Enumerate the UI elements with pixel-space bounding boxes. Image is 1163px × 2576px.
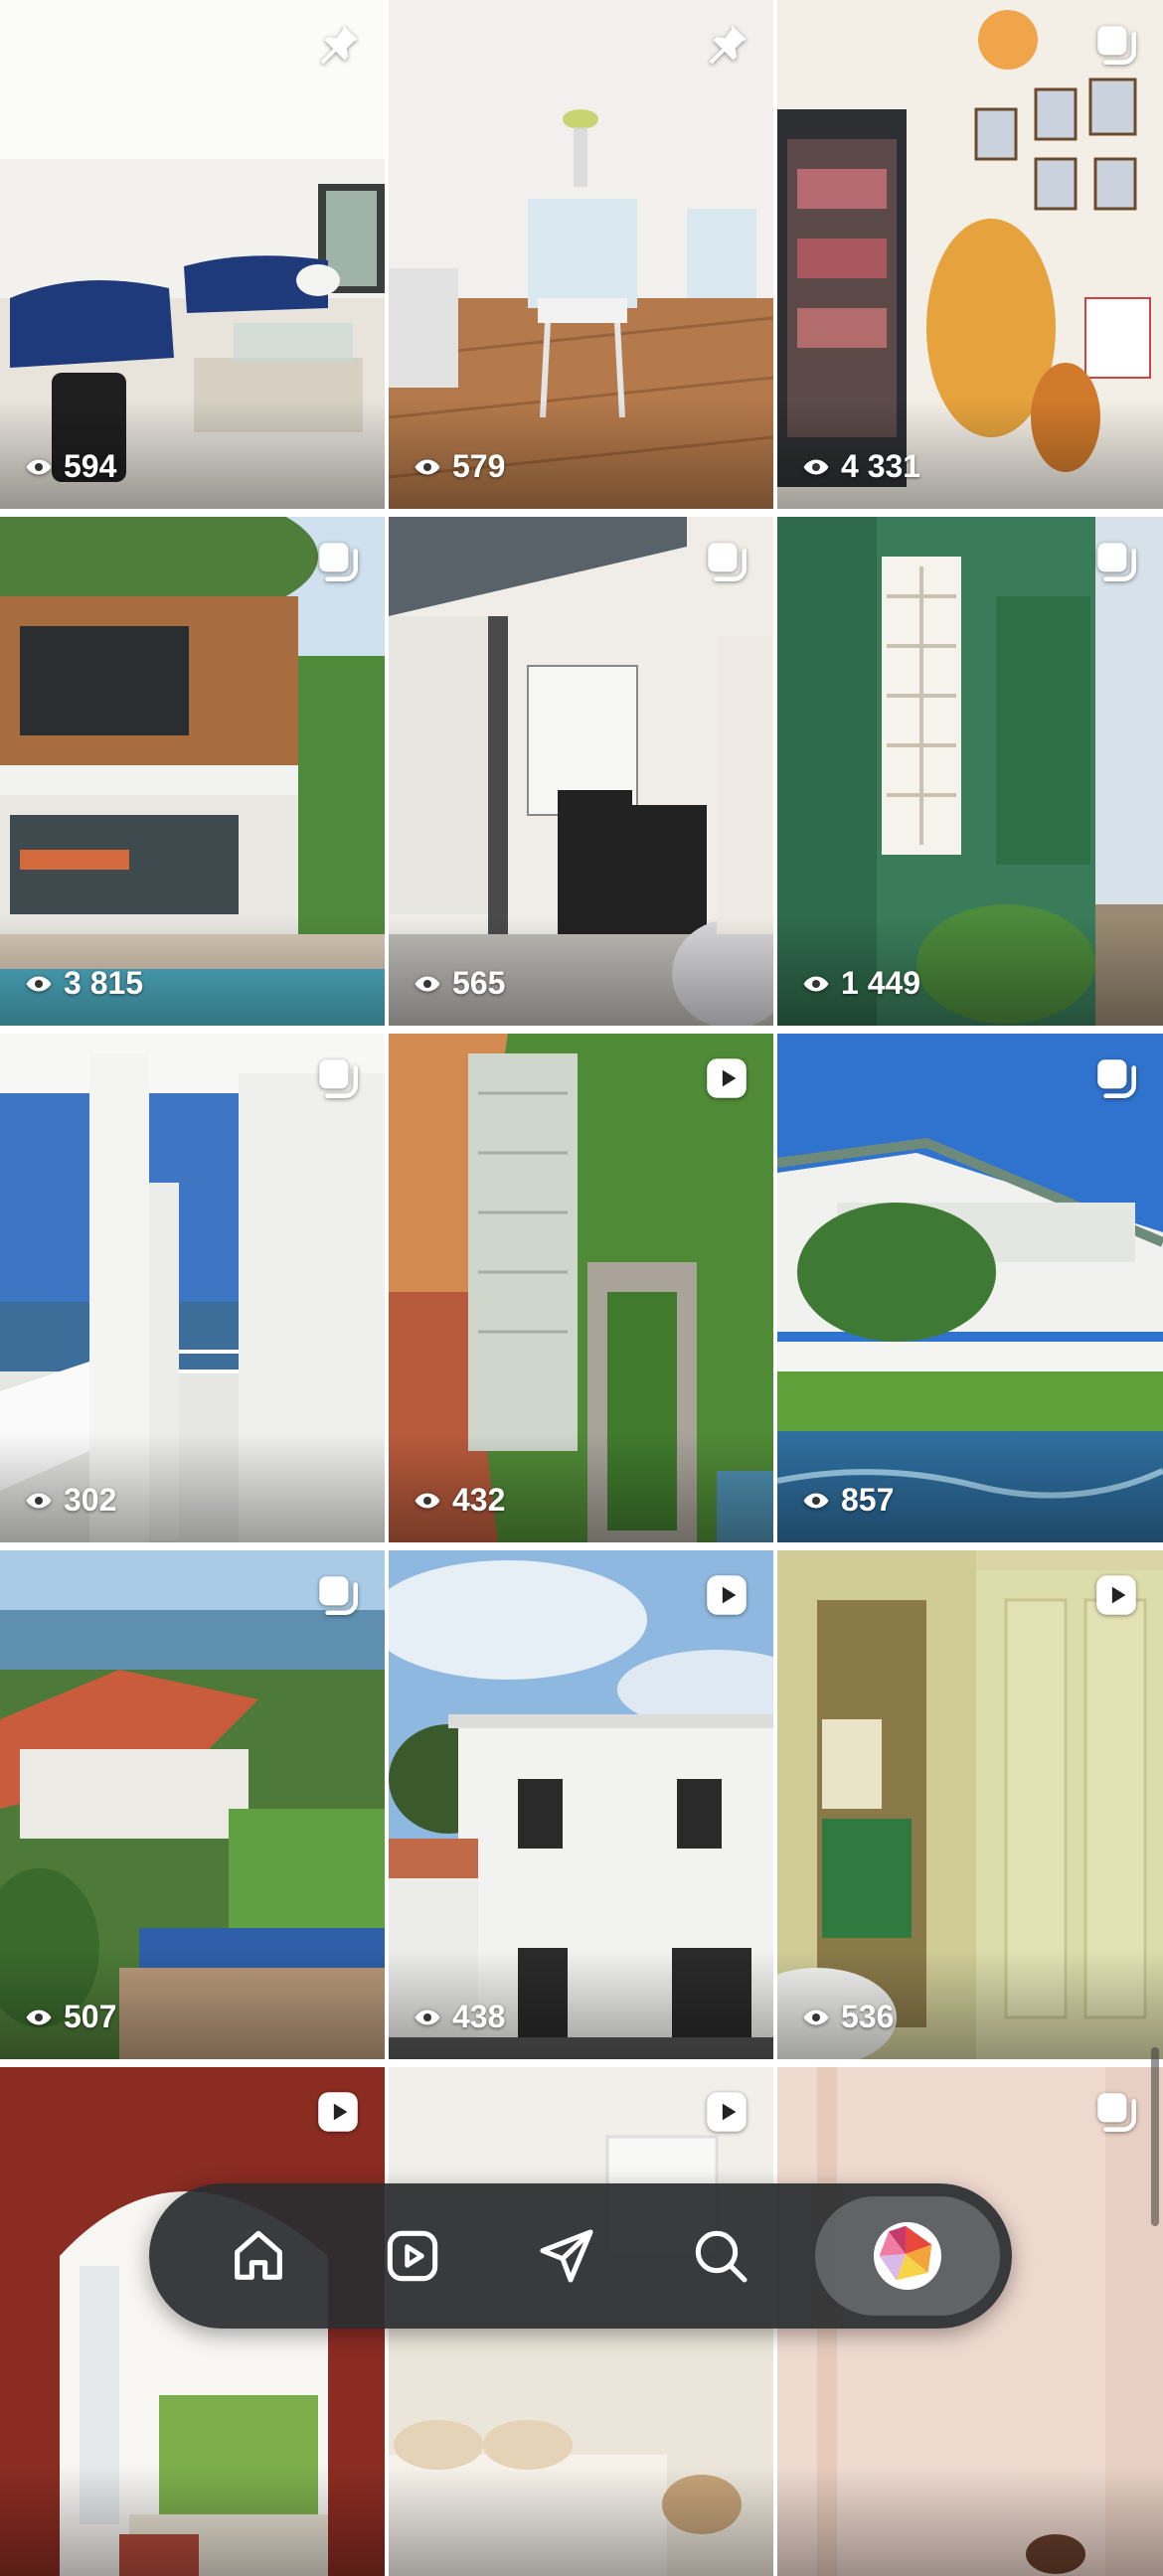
view-count-value: 432: [452, 1482, 506, 1518]
view-count-value: 438: [452, 1999, 506, 2034]
tab-reels[interactable]: [353, 2196, 472, 2316]
view-count: 302: [24, 1482, 116, 1519]
view-count: 579: [413, 448, 505, 485]
carousel-icon: [313, 537, 363, 586]
post-tile[interactable]: 438: [389, 1550, 773, 2059]
view-count: 432: [413, 1482, 505, 1519]
profile-avatar: [874, 2222, 941, 2290]
view-count: 857: [801, 1482, 894, 1519]
post-tile[interactable]: 4 331: [777, 0, 1163, 509]
view-count-value: 4 331: [841, 448, 921, 484]
view-count-value: 302: [64, 1482, 117, 1518]
carousel-icon: [313, 1053, 363, 1103]
reel-play-icon: [702, 2087, 751, 2137]
eye-icon: [415, 976, 440, 991]
eye-icon: [803, 2010, 829, 2024]
pin-icon: [313, 20, 363, 70]
search-icon: [695, 2230, 748, 2283]
tab-home[interactable]: [199, 2196, 318, 2316]
profile-avatar-image: [874, 2222, 937, 2286]
carousel-icon: [702, 537, 751, 586]
tab-profile[interactable]: [815, 2196, 1000, 2316]
post-tile[interactable]: 579: [389, 0, 773, 509]
view-count: 536: [801, 1999, 894, 2035]
post-tile[interactable]: 432: [389, 1034, 773, 1542]
view-count: 507: [24, 1999, 116, 2035]
view-count-value: 857: [841, 1482, 895, 1518]
post-tile[interactable]: 857: [777, 1034, 1163, 1542]
tile-gradient: [777, 2467, 1163, 2576]
eye-icon: [415, 1493, 440, 1508]
post-tile[interactable]: 1 449: [777, 517, 1163, 1026]
eye-icon: [26, 459, 52, 474]
reel-play-icon: [702, 1570, 751, 1620]
send-icon: [540, 2229, 593, 2283]
post-tile[interactable]: 302: [0, 1034, 385, 1542]
tile-gradient: [0, 2467, 385, 2576]
reel-play-icon: [313, 2087, 363, 2137]
eye-icon: [803, 1493, 829, 1508]
view-count-value: 565: [452, 965, 506, 1001]
view-count-value: 536: [841, 1999, 895, 2034]
eye-icon: [26, 1493, 52, 1508]
pin-icon: [702, 20, 751, 70]
tile-gradient: [389, 2467, 773, 2576]
carousel-icon: [1091, 20, 1141, 70]
carousel-icon: [1091, 2087, 1141, 2137]
eye-icon: [26, 976, 52, 991]
tab-messages[interactable]: [507, 2196, 626, 2316]
post-tile[interactable]: 565: [389, 517, 773, 1026]
view-count: 594: [24, 448, 116, 485]
post-tile[interactable]: 507: [0, 1550, 385, 2059]
eye-icon: [415, 459, 440, 474]
reel-play-icon: [1091, 1570, 1141, 1620]
tab-search[interactable]: [661, 2196, 780, 2316]
view-count: 565: [413, 965, 505, 1002]
view-count: 1 449: [801, 965, 920, 1002]
carousel-icon: [1091, 1053, 1141, 1103]
eye-icon: [415, 2010, 440, 2024]
carousel-icon: [313, 1570, 363, 1620]
view-count: 4 331: [801, 448, 920, 485]
bottom-tab-bar: [149, 2183, 1012, 2329]
eye-icon: [803, 976, 829, 991]
scroll-indicator[interactable]: [1151, 2047, 1159, 2226]
view-count-value: 507: [64, 1999, 117, 2034]
eye-icon: [803, 459, 829, 474]
view-count-value: 1 449: [841, 965, 921, 1001]
view-count-value: 594: [64, 448, 117, 484]
view-count-value: 579: [452, 448, 506, 484]
post-tile[interactable]: 3 815: [0, 517, 385, 1026]
home-icon: [235, 2230, 282, 2280]
post-tile[interactable]: 536: [777, 1550, 1163, 2059]
view-count: 438: [413, 1999, 505, 2035]
reels-icon: [387, 2230, 438, 2282]
post-tile[interactable]: 594: [0, 0, 385, 509]
carousel-icon: [1091, 537, 1141, 586]
eye-icon: [26, 2010, 52, 2024]
view-count-value: 3 815: [64, 965, 144, 1001]
reel-play-icon: [702, 1053, 751, 1103]
view-count: 3 815: [24, 965, 143, 1002]
posts-grid: 594 579 4 331 3 815 565 1 449 302 432 85…: [0, 0, 1163, 2576]
